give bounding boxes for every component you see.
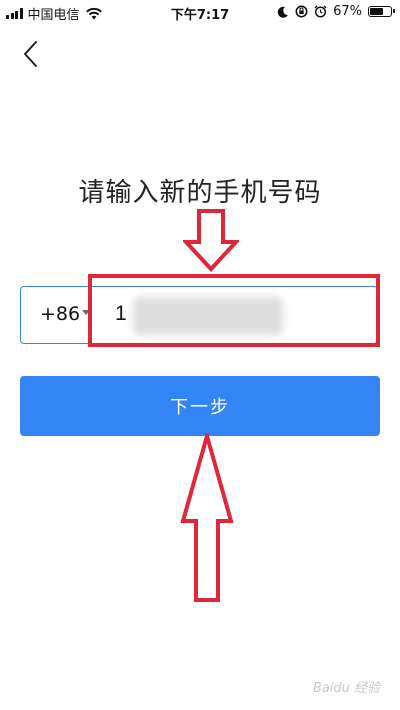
next-step-button[interactable]: 下一步 [20,376,380,436]
battery-level-fill [370,8,383,15]
screen: 中国电信 下午7:17 67% 请输入新的手机号码 +86 1 下一步 Baid… [0,0,400,710]
battery-icon [368,6,395,17]
chevron-left-icon [24,41,37,67]
annotation-highlight-box [88,274,380,347]
country-code-select[interactable]: +86 [40,303,91,325]
status-right: 67% [277,4,395,19]
annotation-down-arrow [183,209,239,272]
page-title: 请输入新的手机号码 [78,178,322,208]
rotation-lock-icon [295,5,308,18]
country-code-value: +86 [40,303,81,325]
back-button[interactable] [12,34,48,74]
battery-percent: 67% [333,4,362,19]
status-bar: 中国电信 下午7:17 67% [0,0,400,26]
annotation-up-arrow [180,433,234,602]
baidu-watermark: Baidu 经验 [312,681,380,696]
moon-icon [277,6,289,18]
alarm-icon [314,5,327,18]
